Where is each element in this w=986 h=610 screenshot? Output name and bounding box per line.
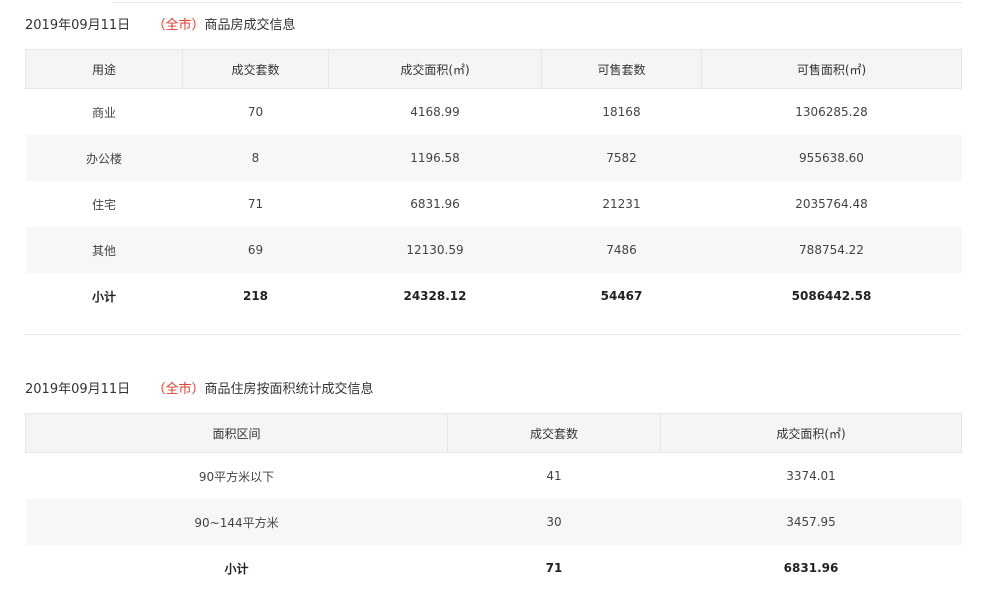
cell-available-units: 7486 <box>541 227 702 273</box>
col-header-use: 用途 <box>25 49 183 89</box>
cell-total-deal-area: 6831.96 <box>783 561 839 575</box>
section-divider <box>25 334 961 335</box>
cell-deal-area: 3457.95 <box>660 499 962 545</box>
cell-deal-units: 8 <box>182 135 329 181</box>
cell-deal-units: 41 <box>546 469 562 483</box>
cell-deal-units: 30 <box>447 499 661 545</box>
cell-available-area: 1306285.28 <box>795 105 868 119</box>
cell-total-deal-area: 24328.12 <box>403 289 467 303</box>
table-row: 办公楼 8 1196.58 7582 955638.60 <box>25 135 962 181</box>
cell-use: 住宅 <box>91 197 116 212</box>
col-header-deal-area: 成交面积(㎡) <box>328 49 542 89</box>
top-divider <box>112 2 962 3</box>
cell-total-label: 小计 <box>91 289 116 304</box>
cell-deal-units: 71 <box>247 197 264 211</box>
col-header-deal-area: 成交面积(㎡) <box>660 413 962 453</box>
cell-available-units: 18168 <box>602 105 641 119</box>
cell-deal-area: 1196.58 <box>328 135 542 181</box>
cell-total-label: 小计 <box>224 561 249 576</box>
cell-deal-area: 3374.01 <box>786 469 836 483</box>
cell-total-available-units: 54467 <box>600 289 643 303</box>
cell-use: 其他 <box>25 227 183 273</box>
section1-date: 2019年09月11日 <box>25 18 131 33</box>
table-total-row: 小计 218 24328.12 54467 5086442.58 <box>26 273 962 319</box>
table-row: 90~144平方米 30 3457.95 <box>25 499 962 545</box>
section2-title-text: 商品住房按面积统计成交信息 <box>204 382 374 397</box>
section2-open-paren: （ <box>152 382 166 397</box>
table-header-row: 面积区间 成交套数 成交面积(㎡) <box>25 413 962 453</box>
section1-title-text: 商品房成交信息 <box>204 18 296 33</box>
cell-available-area: 2035764.48 <box>795 197 868 211</box>
sales-by-area-table: 面积区间 成交套数 成交面积(㎡) 90平方米以下 41 3374.01 90~… <box>25 413 962 591</box>
cell-deal-area: 12130.59 <box>328 227 542 273</box>
section1-open-paren: （ <box>152 18 166 33</box>
col-header-deal-units: 成交套数 <box>447 413 661 453</box>
section1-scope: 全市 <box>165 18 192 33</box>
cell-use: 商业 <box>91 105 116 120</box>
section1-title: 2019年09月11日 （全市）商品房成交信息 <box>25 14 296 33</box>
section2-date: 2019年09月11日 <box>25 382 131 397</box>
col-header-available-area: 可售面积(㎡) <box>701 49 962 89</box>
table-header-row: 用途 成交套数 成交面积(㎡) 可售套数 可售面积(㎡) <box>25 49 962 89</box>
table-row: 其他 69 12130.59 7486 788754.22 <box>25 227 962 273</box>
cell-use: 办公楼 <box>25 135 183 181</box>
col-header-area-range: 面积区间 <box>25 413 448 453</box>
table-row: 住宅 71 6831.96 21231 2035764.48 <box>26 181 962 227</box>
cell-available-area: 955638.60 <box>701 135 962 181</box>
col-header-available-units: 可售套数 <box>541 49 702 89</box>
table-total-row: 小计 71 6831.96 <box>26 545 962 591</box>
cell-area-range: 90平方米以下 <box>198 469 275 484</box>
col-header-deal-units: 成交套数 <box>182 49 329 89</box>
cell-deal-units: 70 <box>247 105 264 119</box>
cell-total-deal-units: 71 <box>545 561 563 575</box>
cell-total-deal-units: 218 <box>242 289 269 303</box>
cell-deal-area: 4168.99 <box>410 105 460 119</box>
section2-scope: 全市 <box>165 382 192 397</box>
sales-by-use-table: 用途 成交套数 成交面积(㎡) 可售套数 可售面积(㎡) 商业 70 4168.… <box>25 49 962 319</box>
section2-close-paren: ） <box>191 382 205 397</box>
section1-close-paren: ） <box>191 18 205 33</box>
section2-title: 2019年09月11日 （全市）商品住房按面积统计成交信息 <box>25 378 374 397</box>
cell-deal-units: 69 <box>182 227 329 273</box>
table-row: 90平方米以下 41 3374.01 <box>26 453 962 500</box>
cell-area-range: 90~144平方米 <box>25 499 448 545</box>
cell-available-units: 21231 <box>602 197 641 211</box>
cell-available-area: 788754.22 <box>701 227 962 273</box>
table-row: 商业 70 4168.99 18168 1306285.28 <box>26 89 962 136</box>
cell-total-available-area: 5086442.58 <box>791 289 872 303</box>
cell-available-units: 7582 <box>541 135 702 181</box>
cell-deal-area: 6831.96 <box>410 197 460 211</box>
